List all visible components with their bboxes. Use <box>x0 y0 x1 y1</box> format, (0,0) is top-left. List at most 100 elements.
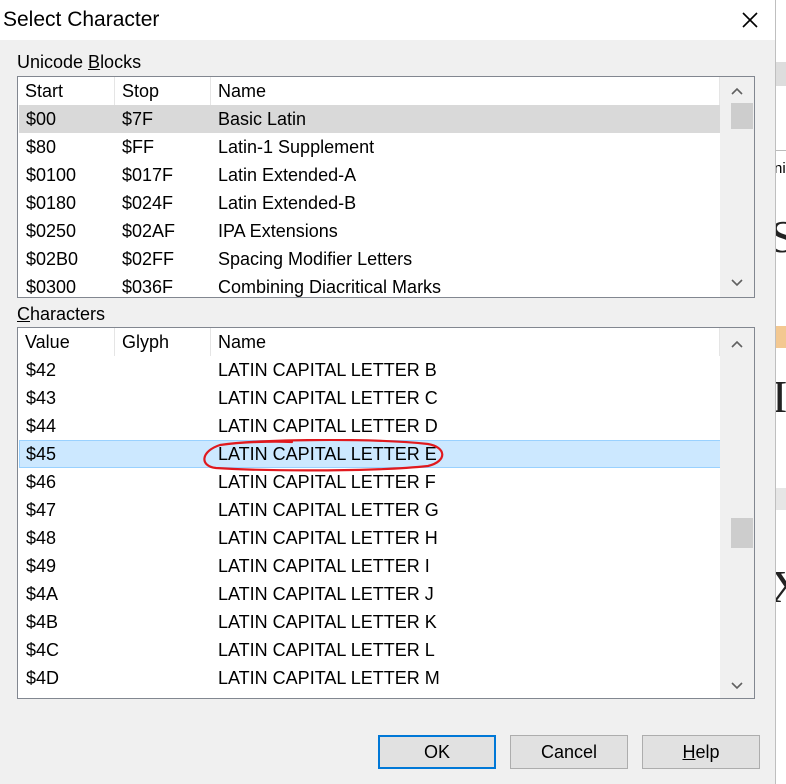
cell-name: Latin Extended-A <box>218 165 357 185</box>
bg-strip <box>776 488 786 510</box>
cell-start: $0300 <box>26 277 77 297</box>
window-title: Select Character <box>3 8 160 31</box>
unicode-blocks-scrollbar[interactable] <box>720 77 754 297</box>
column-header-start[interactable]: Start <box>18 77 115 105</box>
cell-value: $4A <box>26 584 59 604</box>
cell-start: $0180 <box>26 193 77 213</box>
cell-name: LATIN CAPITAL LETTER C <box>218 388 438 408</box>
chevron-down-icon[interactable] <box>729 678 745 694</box>
cell-value: $4C <box>26 640 60 660</box>
column-header-name[interactable]: Name <box>211 77 720 105</box>
table-row[interactable]: $0300 $036F Combining Diacritical Marks <box>19 273 721 297</box>
cell-name: LATIN CAPITAL LETTER J <box>218 584 434 604</box>
scroll-thumb[interactable] <box>731 103 753 129</box>
cell-start: $0250 <box>26 221 77 241</box>
cell-name: Basic Latin <box>218 109 307 129</box>
table-row[interactable]: $0100 $017F Latin Extended-A <box>19 161 721 189</box>
table-row[interactable]: $4B LATIN CAPITAL LETTER K <box>19 608 721 636</box>
table-row[interactable]: $02B0 $02FF Spacing Modifier Letters <box>19 245 721 273</box>
characters-list[interactable]: Value Glyph Name $42 LATIN CAPITAL LETTER… <box>17 327 755 699</box>
cell-stop: $02FF <box>122 249 175 269</box>
cell-start: $0100 <box>26 165 77 185</box>
cell-value: $47 <box>26 500 57 520</box>
table-row[interactable]: $4D LATIN CAPITAL LETTER M <box>19 664 721 692</box>
table-row[interactable]: $43 LATIN CAPITAL LETTER C <box>19 384 721 412</box>
cell-start: $80 <box>26 137 57 157</box>
cell-value: $4B <box>26 612 59 632</box>
column-header-glyph[interactable]: Glyph <box>115 328 211 356</box>
cell-name: LATIN CAPITAL LETTER I <box>218 556 430 576</box>
cell-stop: $036F <box>122 277 174 297</box>
cell-name: Latin-1 Supplement <box>218 137 375 157</box>
cell-value: $44 <box>26 416 57 436</box>
cell-value: $45 <box>26 444 57 464</box>
table-row[interactable]: $42 LATIN CAPITAL LETTER B <box>19 356 721 384</box>
table-row[interactable]: $4A LATIN CAPITAL LETTER J <box>19 580 721 608</box>
table-row[interactable]: $4C LATIN CAPITAL LETTER L <box>19 636 721 664</box>
characters-scrollbar[interactable] <box>720 328 754 698</box>
help-button[interactable]: Help <box>642 735 760 769</box>
bg-divider <box>776 150 786 151</box>
cell-name: LATIN CAPITAL LETTER E <box>218 444 437 464</box>
cell-stop: $7F <box>122 109 154 129</box>
cell-stop: $02AF <box>122 221 176 241</box>
cell-start: $02B0 <box>26 249 79 269</box>
cell-value: $42 <box>26 360 57 380</box>
bg-glyph: X <box>776 560 786 613</box>
cell-name: IPA Extensions <box>218 221 338 241</box>
unicode-blocks-header: Start Stop Name <box>18 77 720 105</box>
unicode-blocks-list[interactable]: Start Stop Name $00 $7F Basic Latin $80 $FF L… <box>17 76 755 298</box>
table-row[interactable]: $00 $7F Basic Latin <box>19 105 721 133</box>
unicode-blocks-label: Unicode Blocks <box>17 52 142 72</box>
table-row[interactable]: $0250 $02AF IPA Extensions <box>19 217 721 245</box>
ok-button[interactable]: OK <box>378 735 496 769</box>
table-row[interactable]: $48 LATIN CAPITAL LETTER H <box>19 524 721 552</box>
bg-glyph: I <box>776 371 786 422</box>
cell-name: LATIN CAPITAL LETTER M <box>218 668 440 688</box>
column-header-name[interactable]: Name <box>211 328 720 356</box>
cell-name: LATIN CAPITAL LETTER L <box>218 640 435 660</box>
cell-name: LATIN CAPITAL LETTER K <box>218 612 437 632</box>
bg-strip <box>776 326 786 348</box>
cell-name: LATIN CAPITAL LETTER H <box>218 528 438 548</box>
cell-value: $4D <box>26 668 60 688</box>
table-row[interactable]: $45 LATIN CAPITAL LETTER E <box>19 440 721 468</box>
table-row[interactable]: $47 LATIN CAPITAL LETTER G <box>19 496 721 524</box>
cell-stop: $017F <box>122 165 174 185</box>
cell-start: $00 <box>26 109 57 129</box>
cell-name: LATIN CAPITAL LETTER B <box>218 360 437 380</box>
characters-label: Characters <box>17 304 106 324</box>
cell-value: $43 <box>26 388 57 408</box>
cell-name: Latin Extended-B <box>218 193 357 213</box>
chevron-down-icon[interactable] <box>729 275 745 291</box>
table-row[interactable]: $0180 $024F Latin Extended-B <box>19 189 721 217</box>
table-row[interactable]: $49 LATIN CAPITAL LETTER I <box>19 552 721 580</box>
cell-value: $48 <box>26 528 57 548</box>
cell-stop: $024F <box>122 193 174 213</box>
chevron-up-icon[interactable] <box>729 83 745 99</box>
column-header-value[interactable]: Value <box>18 328 115 356</box>
bg-text-fragment: ni <box>776 160 786 177</box>
table-row[interactable]: $44 LATIN CAPITAL LETTER D <box>19 412 721 440</box>
chevron-up-icon[interactable] <box>729 336 745 352</box>
scroll-thumb[interactable] <box>731 518 753 548</box>
select-character-dialog: Select Character Unicode Blocks Start St… <box>0 0 776 784</box>
cell-stop: $FF <box>122 137 155 157</box>
cell-name: LATIN CAPITAL LETTER D <box>218 416 438 436</box>
characters-header: Value Glyph Name <box>18 328 720 356</box>
title-bar: Select Character <box>0 0 775 40</box>
background-window-edge: ni S I X <box>776 0 786 784</box>
cell-name: LATIN CAPITAL LETTER F <box>218 472 436 492</box>
cancel-button[interactable]: Cancel <box>510 735 628 769</box>
cell-name: LATIN CAPITAL LETTER G <box>218 500 439 520</box>
cell-name: Spacing Modifier Letters <box>218 249 413 269</box>
table-row[interactable]: $80 $FF Latin-1 Supplement <box>19 133 721 161</box>
close-icon[interactable] <box>736 6 764 34</box>
bg-glyph: S <box>776 210 786 263</box>
column-header-stop[interactable]: Stop <box>115 77 211 105</box>
table-row[interactable]: $46 LATIN CAPITAL LETTER F <box>19 468 721 496</box>
cell-value: $46 <box>26 472 57 492</box>
cell-value: $49 <box>26 556 57 576</box>
cell-name: Combining Diacritical Marks <box>218 277 442 297</box>
bg-strip <box>776 62 786 86</box>
